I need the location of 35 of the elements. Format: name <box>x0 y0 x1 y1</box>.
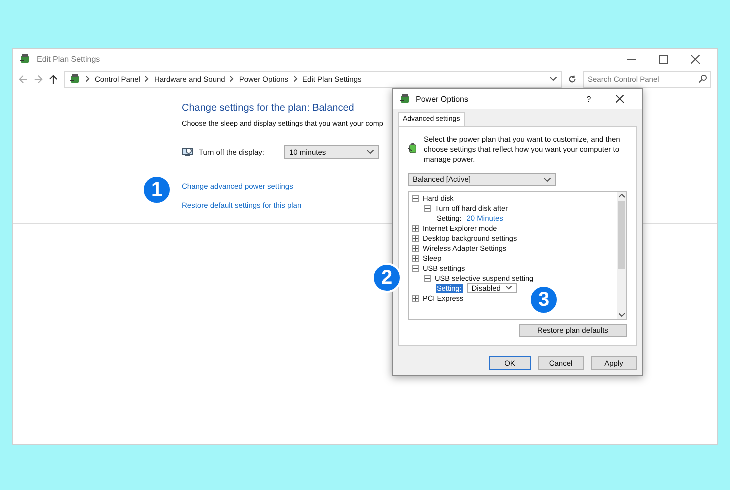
expand-toggle[interactable] <box>412 294 419 302</box>
collapse-toggle[interactable] <box>412 194 419 202</box>
expand-toggle[interactable] <box>412 224 419 232</box>
collapse-toggle[interactable] <box>424 204 431 212</box>
power-icon <box>399 93 411 105</box>
scrollbar[interactable] <box>617 192 626 319</box>
chevron-up-icon <box>618 194 624 198</box>
control-panel-icon <box>69 73 81 85</box>
up-arrow-icon[interactable] <box>49 74 58 84</box>
chevron-right-icon <box>294 76 298 82</box>
chevron-down-icon[interactable] <box>550 77 557 81</box>
minimize-icon <box>626 58 636 60</box>
expand-toggle[interactable] <box>412 254 419 262</box>
refresh-icon[interactable] <box>568 74 577 84</box>
expand-toggle[interactable] <box>412 244 419 252</box>
maximize-icon <box>658 54 668 64</box>
chevron-down-icon <box>618 312 624 317</box>
collapse-toggle[interactable] <box>412 264 419 272</box>
chevron-down-icon <box>544 178 551 182</box>
help-button[interactable]: ? <box>579 94 599 104</box>
collapse-toggle[interactable] <box>424 274 431 282</box>
plan-heading: Change settings for the plan: Balanced <box>182 103 356 114</box>
close-icon <box>690 54 700 64</box>
search-icon <box>699 74 707 82</box>
window-title: Edit Plan Settings <box>37 54 100 64</box>
chevron-right-icon <box>230 76 234 82</box>
close-icon <box>616 95 624 103</box>
chevron-right-icon <box>145 76 150 82</box>
chevron-down-icon <box>367 150 374 154</box>
chevron-right-icon <box>86 76 90 82</box>
expand-toggle[interactable] <box>412 234 419 242</box>
chevron-down-icon <box>506 286 512 290</box>
app-icon <box>19 53 31 65</box>
dialog-title: Power Options <box>416 94 468 104</box>
monitor-icon <box>182 147 193 157</box>
